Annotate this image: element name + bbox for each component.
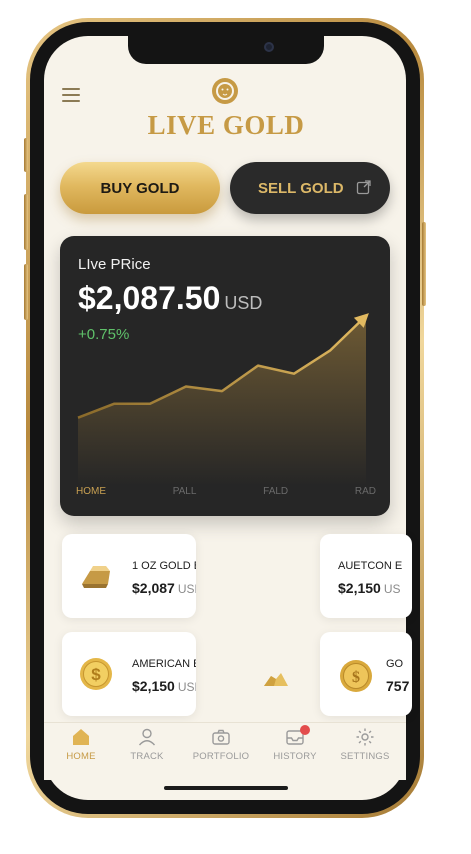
export-icon xyxy=(356,180,371,195)
menu-icon[interactable] xyxy=(62,88,80,102)
nav-label: HISTORY xyxy=(273,751,317,762)
product-card-auetcon[interactable]: AUETCON E $2,150 US xyxy=(320,534,412,618)
user-icon xyxy=(138,728,156,746)
price-change: +0.75% xyxy=(78,326,130,343)
sell-gold-button[interactable]: SELL GOLD xyxy=(230,162,390,214)
gear-icon xyxy=(356,728,374,746)
live-price-card[interactable]: LIve PRice $2,087.50 USD +0.75% HOME PALL… xyxy=(60,236,390,516)
home-indicator xyxy=(164,786,288,790)
product-name: 1 OZ GOLD BAR xyxy=(132,560,196,572)
nav-label: HOME xyxy=(66,751,96,762)
live-price-title: LIve PRice xyxy=(78,256,151,273)
svg-text:$: $ xyxy=(352,669,360,686)
gold-nugget-icon xyxy=(264,673,288,686)
front-camera xyxy=(264,42,274,52)
nav-item-home[interactable]: HOME xyxy=(46,727,116,773)
product-card-american-eagle[interactable]: $ AMERICAN EAGLE COIN $2,150USD xyxy=(62,632,196,716)
nav-item-history[interactable]: HISTORY xyxy=(260,725,330,773)
nav-item-settings[interactable]: SETTINGS xyxy=(330,727,400,773)
price-chart xyxy=(77,313,369,486)
live-price-value: $2,087.50 USD xyxy=(78,280,262,317)
price-currency: USD xyxy=(224,293,263,313)
product-card-gold-coin[interactable]: $ GO 757 xyxy=(320,632,412,716)
home-icon xyxy=(73,729,89,745)
notification-badge xyxy=(300,725,310,735)
side-button xyxy=(24,138,28,172)
product-price: $2,150USD xyxy=(132,678,196,694)
nav-label: PORTFOLIO xyxy=(192,751,250,762)
gold-bar-icon xyxy=(82,566,110,588)
nav-label: TRACK xyxy=(130,751,164,762)
gold-coin-icon: $ xyxy=(340,660,372,692)
x-tick-label: HOME xyxy=(76,486,106,497)
product-name: AMERICAN EAGLE COIN xyxy=(132,658,196,670)
product-card-gold-bar[interactable]: 1 OZ GOLD BAR $2,087USD xyxy=(62,534,196,618)
product-price: 757 xyxy=(386,678,410,694)
x-tick-label: RAD xyxy=(354,486,376,497)
side-button xyxy=(422,222,426,306)
x-tick-label: PALL xyxy=(172,486,197,497)
sell-gold-label: SELL GOLD xyxy=(258,180,344,197)
app-brand: LIVE GOLD xyxy=(147,110,305,140)
notch xyxy=(128,36,324,64)
side-button xyxy=(24,194,28,250)
camera-icon xyxy=(212,729,230,745)
svg-text:$: $ xyxy=(91,665,101,684)
nav-item-portfolio[interactable]: PORTFOLIO xyxy=(186,727,256,773)
nav-label: SETTINGS xyxy=(340,751,390,762)
nav-item-track[interactable]: TRACK xyxy=(112,727,182,773)
side-button xyxy=(24,264,28,320)
lion-logo-icon xyxy=(212,78,238,104)
product-name: GO xyxy=(386,658,404,670)
product-name: AUETCON E xyxy=(338,560,403,572)
product-price: $2,150 US xyxy=(338,580,401,596)
product-price: $2,087USD xyxy=(132,580,196,596)
price-amount: $2,087.50 xyxy=(78,280,221,316)
x-tick-label: FALD xyxy=(263,486,289,497)
chart-x-axis: HOME PALL FALD RAD xyxy=(76,486,376,497)
bottom-nav: HOME TRACK PORTFOLIO HISTORY SETTINGS xyxy=(44,722,406,780)
dollar-coin-icon: $ xyxy=(80,658,112,690)
buy-gold-button[interactable]: BUY GOLD xyxy=(60,162,220,214)
